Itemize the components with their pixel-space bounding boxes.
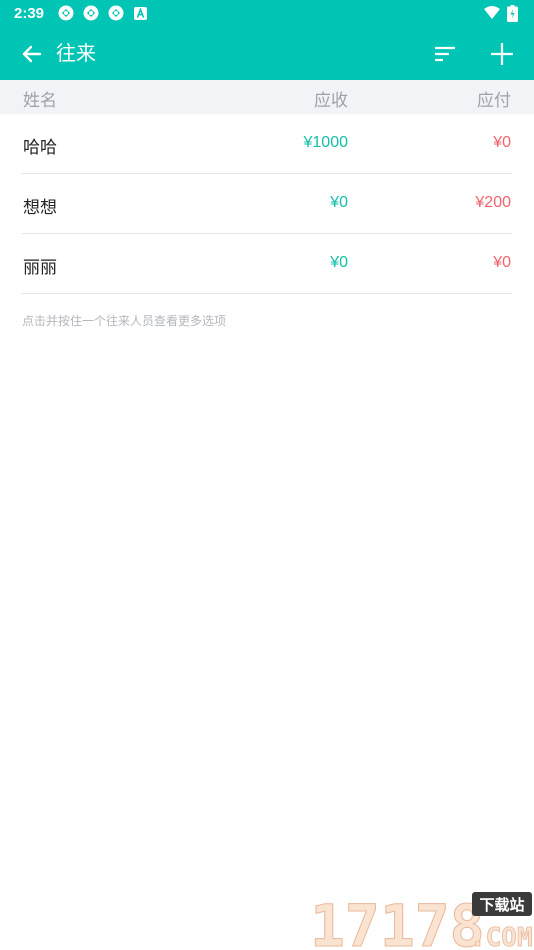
status-time: 2:39 (14, 5, 45, 22)
sync-icon (58, 5, 74, 21)
battery-icon (507, 5, 518, 22)
row-name: 想想 (23, 198, 57, 218)
header-payable: 应付 (477, 91, 511, 111)
status-bar: 2:39 (0, 0, 534, 28)
watermark-number: 17178 (310, 892, 485, 950)
a-icon (134, 7, 147, 20)
sync-icon (108, 5, 124, 21)
sort-icon[interactable] (432, 41, 458, 67)
row-name: 丽丽 (23, 258, 57, 278)
row-receivable: ¥1000 (303, 134, 349, 151)
row-payable: ¥200 (475, 194, 511, 211)
row-name: 哈哈 (23, 138, 57, 158)
watermark-domain: .COM (470, 923, 533, 950)
arrow-left-icon[interactable] (18, 40, 46, 68)
sync-icon (83, 5, 99, 21)
header-receivable: 应收 (314, 91, 348, 111)
hint-text: 点击并按住一个往来人员查看更多选项 (22, 314, 227, 328)
watermark-logo: 17178 下载站 .COM (310, 892, 533, 950)
app-bar: 往来 (0, 28, 534, 80)
watermark-badge: 下载站 (479, 896, 524, 914)
header-name: 姓名 (23, 91, 57, 111)
table-row[interactable]: 哈哈 ¥1000 ¥0 (0, 114, 534, 174)
row-receivable: ¥0 (330, 194, 348, 211)
table-row[interactable]: 想想 ¥0 ¥200 (0, 174, 534, 234)
row-divider (22, 293, 512, 294)
row-receivable: ¥0 (330, 254, 348, 271)
table-header: 姓名 应收 应付 (0, 80, 534, 114)
wifi-icon (484, 6, 500, 19)
plus-icon[interactable] (488, 40, 516, 68)
table-row[interactable]: 丽丽 ¥0 ¥0 (0, 234, 534, 294)
row-payable: ¥0 (493, 254, 511, 271)
row-payable: ¥0 (493, 134, 511, 151)
page-title: 往来 (56, 41, 96, 65)
